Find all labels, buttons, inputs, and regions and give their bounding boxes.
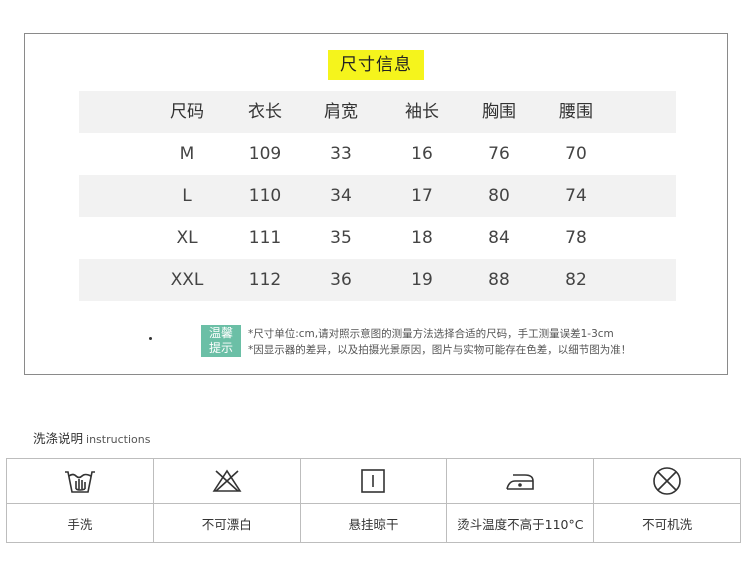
- table-cell: 109: [248, 144, 282, 164]
- wash-instructions-title: 洗涤说明 instructions: [33, 428, 150, 447]
- table-row: L 110 34 17 80 74: [79, 175, 676, 217]
- table-cell: 19: [411, 270, 433, 290]
- table-cell: 110: [248, 186, 282, 206]
- table-cell: 84: [488, 228, 510, 248]
- table-cell: L: [182, 186, 192, 206]
- hand-wash-icon: [63, 467, 97, 495]
- header-cell: 衣长: [248, 102, 282, 122]
- hang-dry-icon: [359, 467, 387, 495]
- table-cell: 35: [330, 228, 352, 248]
- table-cell: 16: [411, 144, 433, 164]
- care-item: 烫斗温度不高于110°C: [446, 459, 594, 542]
- table-cell: 88: [488, 270, 510, 290]
- table-cell: 82: [565, 270, 587, 290]
- table-cell: 36: [330, 270, 352, 290]
- table-row: XXL 112 36 19 88 82: [79, 259, 676, 301]
- care-label: 手洗: [67, 516, 93, 532]
- table-header-row: 尺码 衣长 肩宽 袖长 胸围 腰围: [79, 91, 676, 133]
- no-machine-wash-icon: [651, 465, 683, 497]
- table-cell: XXL: [170, 270, 204, 290]
- wash-title-en: instructions: [86, 433, 151, 446]
- care-item: 不可漂白: [152, 459, 300, 542]
- header-cell: 胸围: [482, 102, 516, 122]
- table-cell: 74: [565, 186, 587, 206]
- table-cell: 76: [488, 144, 510, 164]
- size-info-panel: 尺寸信息 尺码 衣长 肩宽 袖长 胸围 腰围 M 109 33 16 76 70…: [24, 33, 728, 375]
- size-info-title: 尺寸信息: [328, 50, 424, 80]
- table-row: M 109 33 16 76 70: [79, 133, 676, 175]
- header-cell: 腰围: [559, 102, 593, 122]
- care-label: 悬挂晾干: [348, 516, 399, 532]
- table-cell: 33: [330, 144, 352, 164]
- table-cell: M: [179, 144, 195, 164]
- care-table: 手洗 不可漂白 悬挂晾干 烫斗温度不高于110°C 不可机洗: [6, 458, 741, 543]
- table-cell: 18: [411, 228, 433, 248]
- table-cell: 70: [565, 144, 587, 164]
- care-label: 烫斗温度不高于110°C: [457, 516, 584, 532]
- care-item: 不可机洗: [593, 459, 740, 542]
- table-cell: 34: [330, 186, 352, 206]
- tip-text: *尺寸单位:cm,请对照示意图的测量方法选择合适的尺码，手工测量误差1-3cm …: [248, 326, 631, 358]
- stray-dot: [149, 337, 152, 340]
- care-item: 手洗: [7, 459, 153, 542]
- table-cell: 17: [411, 186, 433, 206]
- table-cell: 111: [248, 228, 282, 248]
- iron-icon: [503, 469, 537, 493]
- header-cell: 袖长: [405, 102, 439, 122]
- no-bleach-icon: [210, 467, 244, 495]
- header-cell: 肩宽: [324, 102, 358, 122]
- care-label: 不可漂白: [201, 516, 252, 532]
- tip-line: *尺寸单位:cm,请对照示意图的测量方法选择合适的尺码，手工测量误差1-3cm: [248, 328, 614, 340]
- care-label: 不可机洗: [642, 516, 693, 532]
- table-row: XL 111 35 18 84 78: [79, 217, 676, 259]
- table-cell: 78: [565, 228, 587, 248]
- size-table: 尺码 衣长 肩宽 袖长 胸围 腰围 M 109 33 16 76 70 L 11…: [79, 91, 676, 301]
- tip-line: *因显示器的差异，以及拍摄光景原因，图片与实物可能存在色差，以细节图为准！: [248, 344, 632, 356]
- tip-badge-label: 温馨提示: [208, 326, 233, 355]
- tip-badge: 温馨提示: [201, 325, 241, 357]
- wash-title-cn: 洗涤说明: [33, 431, 84, 446]
- header-cell: 尺码: [170, 102, 204, 122]
- table-cell: XL: [176, 228, 198, 248]
- care-item: 悬挂晾干: [299, 459, 447, 542]
- table-cell: 80: [488, 186, 510, 206]
- table-cell: 112: [248, 270, 282, 290]
